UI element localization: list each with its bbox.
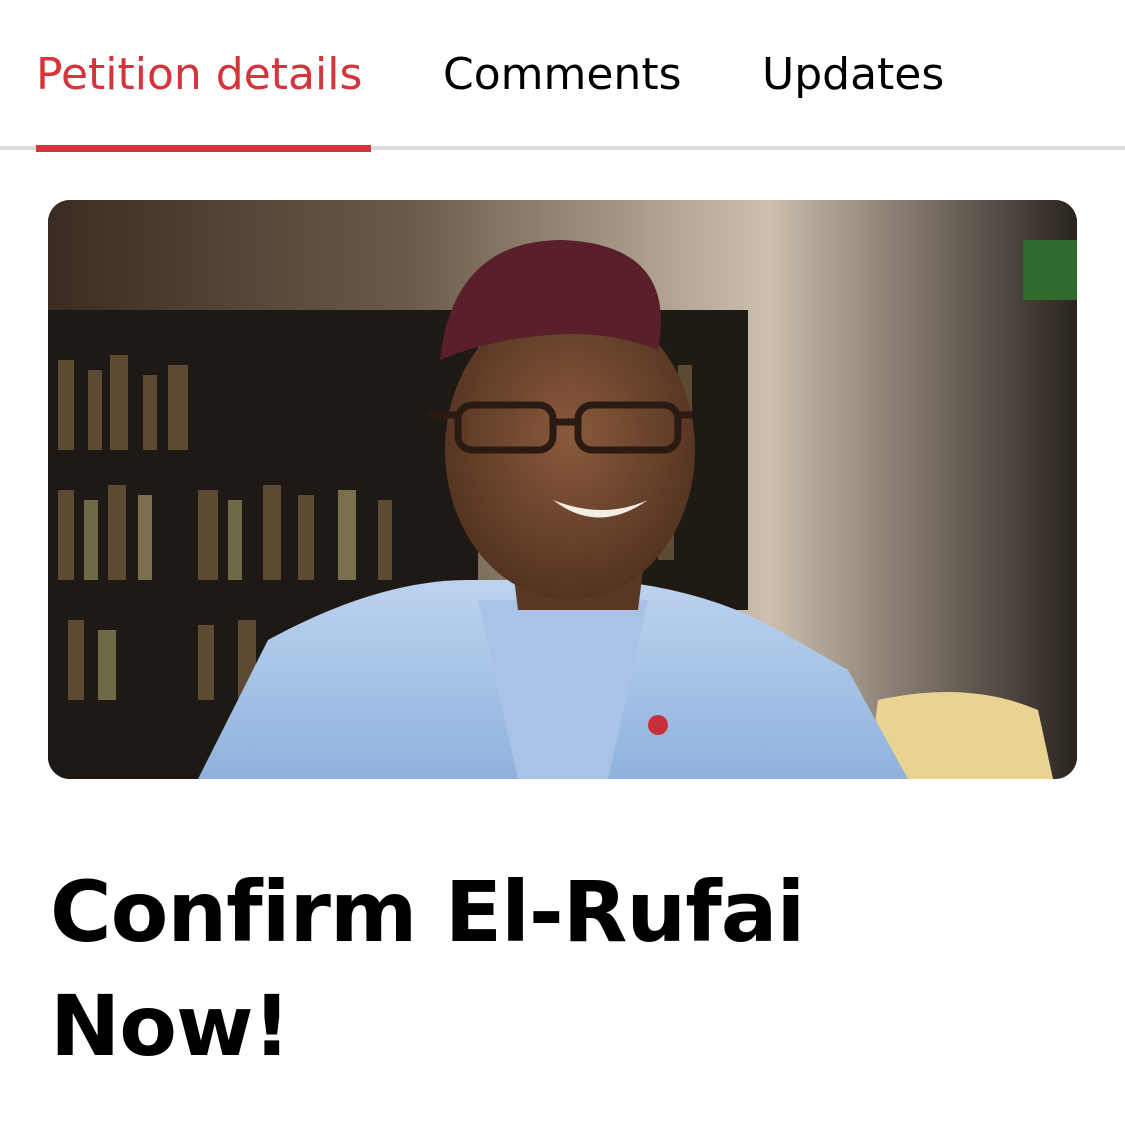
petition-title: Confirm El-Rufai Now! [50,863,805,1075]
tab-bar: Petition details Comments Updates [0,0,1125,152]
petition-photo [48,200,1077,779]
petition-image [48,200,1077,779]
tab-petition-details[interactable]: Petition details [36,48,362,102]
tab-comments[interactable]: Comments [443,48,682,102]
active-tab-indicator [36,145,371,152]
tab-updates[interactable]: Updates [762,48,944,102]
